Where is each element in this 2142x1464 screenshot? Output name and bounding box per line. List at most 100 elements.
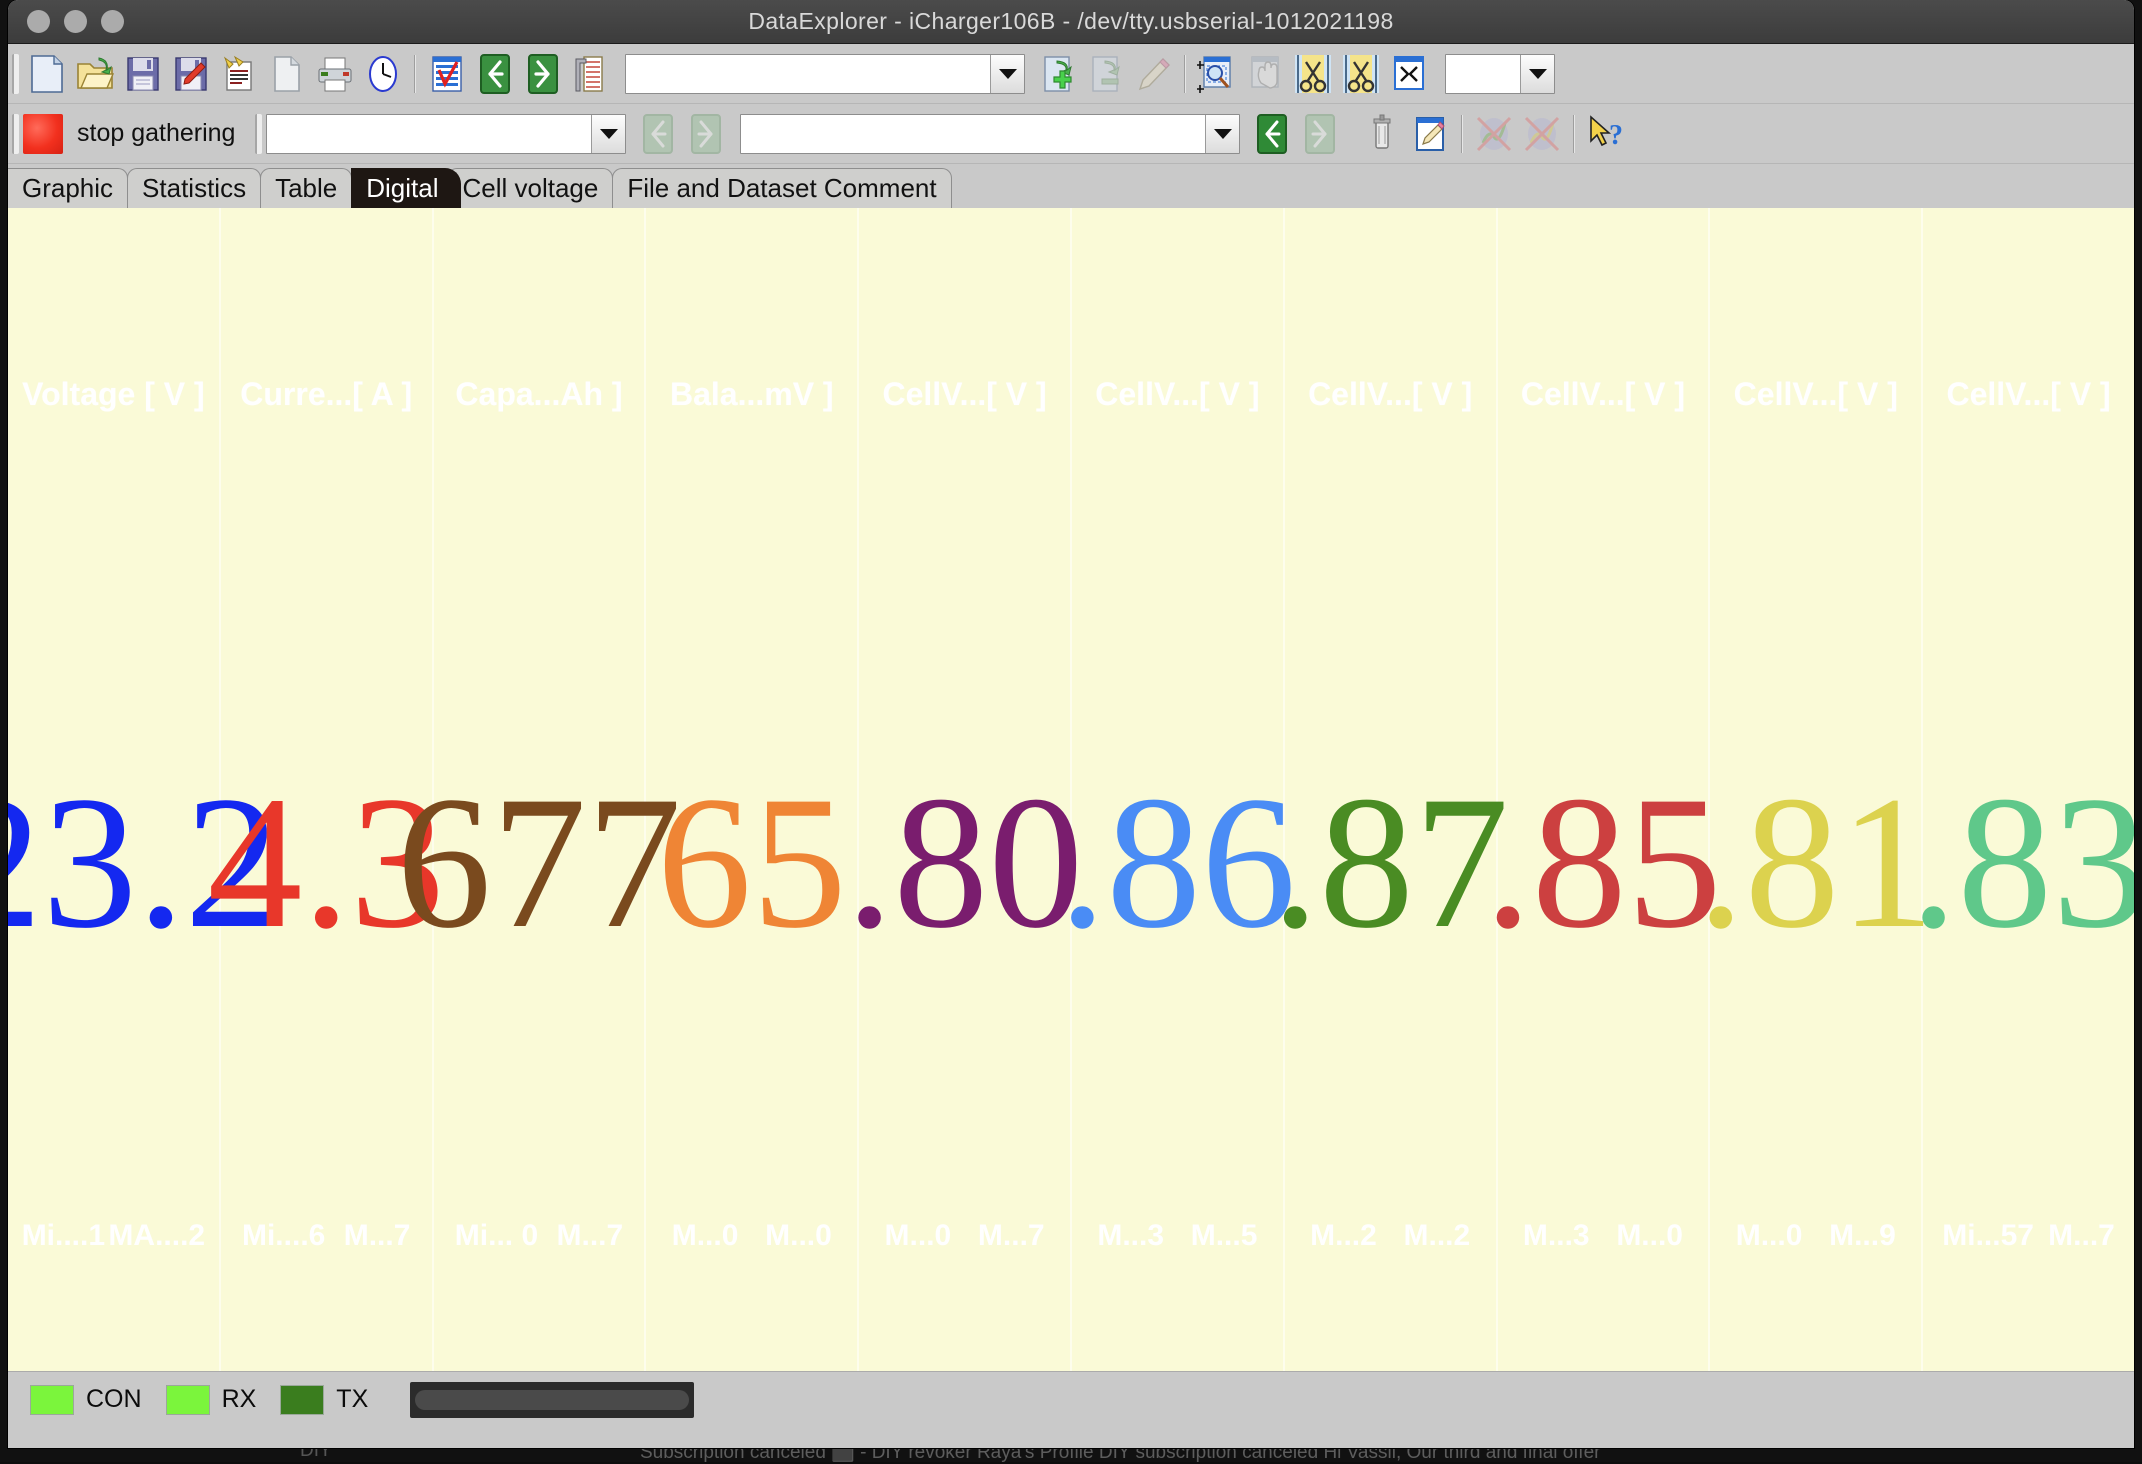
checklist-icon[interactable]	[423, 50, 471, 98]
object-combo-value[interactable]	[741, 114, 1206, 153]
add-record-icon[interactable]	[1033, 50, 1081, 98]
tab-bar: Graphic Statistics Table Digital Cell vo…	[8, 164, 2134, 208]
channel-next-button[interactable]	[682, 110, 730, 158]
column-header: CellV...[ V ]	[1308, 376, 1473, 412]
print-icon[interactable]	[311, 50, 359, 98]
gathering-toolbar-grip-2[interactable]	[255, 113, 263, 154]
title-bar: DataExplorer - iCharger106B - /dev/tty.u…	[8, 0, 2134, 44]
column-value: .81	[1697, 758, 1935, 968]
column-minmax: M...0 M...9	[1710, 1219, 1921, 1253]
column-min-label: Mi....6	[241, 1219, 326, 1252]
minimize-button[interactable]	[64, 10, 87, 33]
digital-column-cell-6[interactable]: CellV...[ V ] .83 Mi...57 M...7	[1910, 208, 2134, 1371]
rx-label: RX	[221, 1385, 257, 1413]
disable-graph1-icon[interactable]	[1470, 110, 1518, 158]
close-button[interactable]	[27, 10, 50, 33]
cut-left-icon[interactable]	[1289, 50, 1337, 98]
arrow-right-green-icon[interactable]	[519, 50, 567, 98]
column-max-label: M...7	[556, 1219, 624, 1252]
tab-table[interactable]: Table	[260, 168, 353, 208]
chevron-down-icon-2[interactable]	[1520, 54, 1554, 93]
tab-statistics-label: Statistics	[142, 173, 247, 203]
edit-pencil-icon[interactable]	[1129, 50, 1177, 98]
column-max-label: M...2	[1403, 1219, 1471, 1252]
digital-column-cell-5[interactable]: CellV...[ V ] .81 M...0 M...9	[1697, 208, 1935, 1371]
digital-column-voltage[interactable]: Voltage [ V ] 23.2 Mi....1 MA....2	[8, 208, 280, 1371]
con-label: CON	[86, 1385, 142, 1413]
digital-column-cell-1[interactable]: CellV...[ V ] .80 M...0 M...7	[846, 208, 1083, 1371]
tx-label: TX	[336, 1385, 369, 1413]
record-led-indicator[interactable]	[23, 113, 63, 154]
pan-hand-icon[interactable]	[1241, 50, 1289, 98]
device-tool-icon[interactable]	[567, 50, 615, 98]
digital-column-capacity[interactable]: Capa...Ah ] 677 Mi... 0 M...7	[396, 208, 681, 1371]
progress-bar	[410, 1381, 695, 1418]
remove-record-icon[interactable]	[1081, 50, 1129, 98]
column-max-label: M...7	[343, 1219, 411, 1252]
chevron-down-icon-3[interactable]	[591, 114, 626, 153]
channel-prev-button[interactable]	[634, 110, 682, 158]
gathering-toolbar-grip[interactable]	[12, 113, 19, 154]
tab-file-comment[interactable]: File and Dataset Comment	[612, 168, 952, 208]
column-value: .85	[1484, 758, 1722, 968]
column-value: .80	[845, 758, 1084, 968]
zoom-level-combo[interactable]	[1445, 53, 1555, 94]
save-as-icon[interactable]	[167, 50, 215, 98]
new-file-icon[interactable]	[23, 50, 71, 98]
tx-led	[280, 1384, 325, 1415]
column-minmax: M...0 M...0	[646, 1219, 857, 1253]
channel-combo[interactable]	[266, 113, 627, 154]
tab-table-label: Table	[275, 173, 338, 203]
window-controls	[27, 10, 124, 33]
open-folder-icon[interactable]	[71, 50, 119, 98]
chevron-down-icon-4[interactable]	[1205, 114, 1240, 153]
column-header: Bala...mV ]	[669, 376, 834, 412]
object-combo[interactable]	[740, 113, 1241, 154]
column-minmax: M...2 M...2	[1285, 1219, 1496, 1253]
application-window: DataExplorer - iCharger106B - /dev/tty.u…	[8, 0, 2134, 1448]
rx-led	[165, 1384, 210, 1415]
column-min-label: M...0	[884, 1219, 952, 1252]
digital-column-cell-2[interactable]: CellV...[ V ] .86 M...3 M...5	[1059, 208, 1296, 1371]
zoom-level-value[interactable]	[1446, 54, 1520, 93]
edit-note-icon[interactable]	[1406, 110, 1454, 158]
tab-statistics[interactable]: Statistics	[127, 168, 262, 208]
trash-icon[interactable]	[1358, 110, 1406, 158]
zoom-button[interactable]	[101, 10, 124, 33]
digital-column-cell-4[interactable]: CellV...[ V ] .85 M...3 M...0	[1484, 208, 1722, 1371]
record-combo-value[interactable]	[626, 54, 990, 93]
toolbar-separator-2	[1184, 54, 1186, 93]
stop-gathering-label[interactable]: stop gathering	[77, 119, 235, 148]
tab-digital[interactable]: Digital	[351, 168, 462, 208]
help-pointer-icon[interactable]: ?	[1582, 110, 1630, 158]
column-minmax: Mi....1 MA....2	[8, 1219, 219, 1253]
chevron-down-icon[interactable]	[990, 54, 1024, 93]
digital-column-cell-3[interactable]: CellV...[ V ] .87 M...2 M...2	[1271, 208, 1509, 1371]
toolbar-grip[interactable]	[12, 53, 19, 94]
disable-graph2-icon[interactable]	[1518, 110, 1566, 158]
object-next-button[interactable]	[1296, 110, 1344, 158]
column-max-label: MA....2	[108, 1219, 206, 1252]
tab-cell-voltage[interactable]: Cell voltage	[447, 168, 614, 208]
settings-document-icon[interactable]	[215, 50, 263, 98]
column-minmax: Mi...57 M...7	[1923, 1219, 2134, 1253]
zoom-select-icon[interactable]	[1193, 50, 1241, 98]
digital-column-balance[interactable]: Bala...mV ] 65 M...0 M...0	[646, 208, 860, 1371]
fit-screen-icon[interactable]	[1385, 50, 1433, 98]
clock-icon[interactable]	[359, 50, 407, 98]
cut-right-icon[interactable]	[1337, 50, 1385, 98]
column-max-label: M...0	[765, 1219, 832, 1252]
tab-graphic[interactable]: Graphic	[8, 168, 129, 208]
status-bar: CON RX TX	[8, 1371, 2134, 1427]
column-minmax: Mi... 0 M...7	[434, 1219, 645, 1253]
column-max-label: M...0	[1616, 1219, 1683, 1252]
object-prev-button[interactable]	[1248, 110, 1296, 158]
arrow-left-green-icon[interactable]	[471, 50, 519, 98]
gathering-toolbar: stop gathering ?	[8, 104, 2134, 164]
column-value: .83	[1909, 758, 2134, 968]
copy-icon[interactable]	[263, 50, 311, 98]
save-icon[interactable]	[119, 50, 167, 98]
record-combo[interactable]	[625, 53, 1025, 94]
column-header: Capa...Ah ]	[455, 376, 623, 412]
channel-combo-value[interactable]	[267, 114, 592, 153]
